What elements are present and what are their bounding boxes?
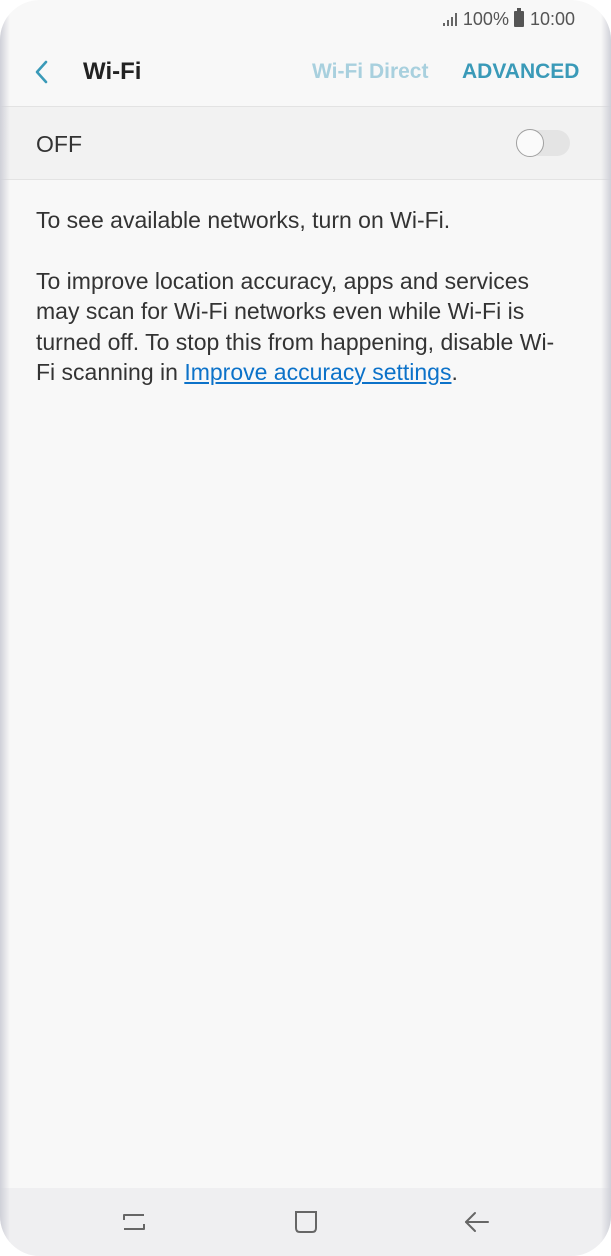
toggle-knob [516, 129, 544, 157]
scanning-info-suffix: . [451, 359, 458, 385]
back-arrow-icon [465, 1212, 489, 1232]
battery-icon [513, 8, 524, 27]
info-content: To see available networks, turn on Wi-Fi… [36, 205, 561, 388]
chevron-left-icon [35, 60, 48, 84]
phone-screen: 100% 10:00 Wi-Fi Wi-Fi Direct ADVANCED O… [0, 0, 611, 1256]
wifi-direct-button[interactable]: Wi-Fi Direct [312, 60, 428, 84]
wifi-toggle-label: OFF [36, 131, 82, 157]
home-icon [295, 1211, 317, 1233]
navigation-bar [0, 1188, 611, 1256]
scanning-info-text: To improve location accuracy, apps and s… [36, 266, 561, 388]
recent-apps-icon [123, 1214, 145, 1230]
screen-edge-left [0, 0, 10, 1256]
status-bar: 100% 10:00 [0, 0, 611, 38]
improve-accuracy-link[interactable]: Improve accuracy settings [184, 359, 451, 385]
networks-hint-text: To see available networks, turn on Wi-Fi… [36, 207, 451, 233]
wifi-toggle-switch[interactable] [516, 129, 570, 157]
back-nav-button[interactable] [457, 1202, 497, 1242]
battery-percent: 100% [462, 8, 509, 29]
back-button[interactable] [24, 54, 60, 90]
wifi-toggle-row[interactable]: OFF [0, 107, 611, 180]
app-bar: Wi-Fi Wi-Fi Direct ADVANCED [0, 38, 611, 107]
signal-icon [442, 12, 457, 26]
page-title: Wi-Fi [83, 58, 142, 85]
advanced-button[interactable]: ADVANCED [462, 60, 579, 84]
clock: 10:00 [529, 8, 575, 29]
recent-apps-button[interactable] [114, 1202, 154, 1242]
home-button[interactable] [286, 1202, 326, 1242]
screen-edge-right [601, 0, 611, 1256]
